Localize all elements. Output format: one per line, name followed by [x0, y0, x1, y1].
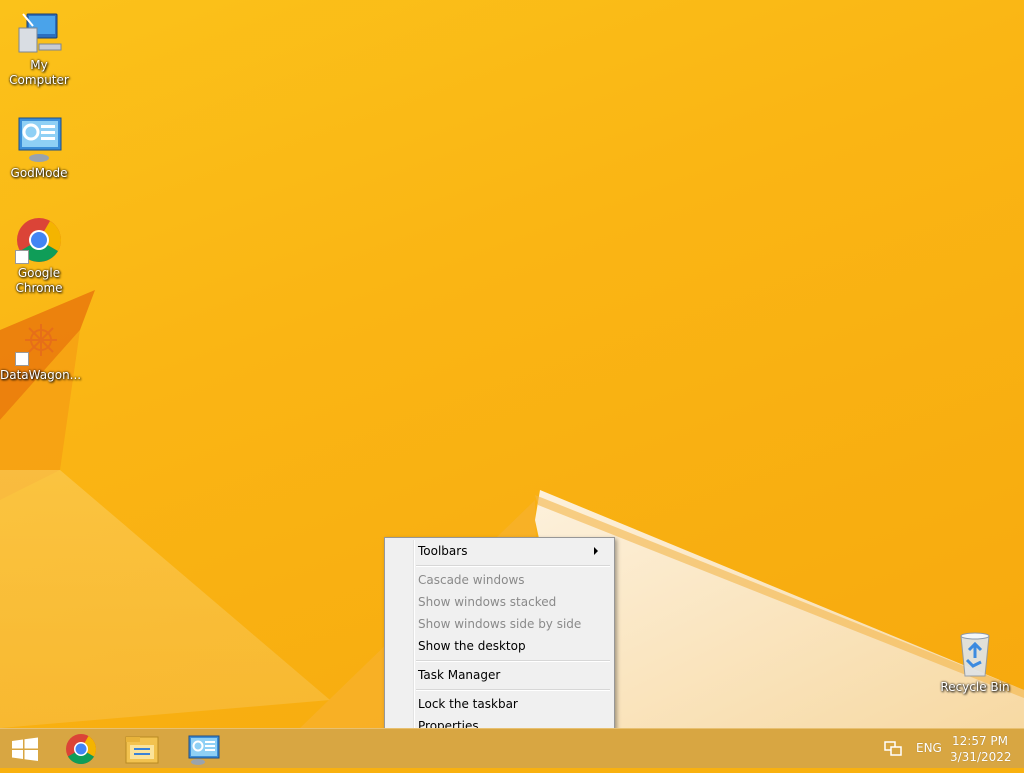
submenu-arrow-icon — [594, 547, 598, 555]
menu-item-label: Show windows side by side — [418, 617, 582, 631]
menu-item-task-manager[interactable]: Task Manager — [418, 665, 500, 685]
file-explorer-icon — [125, 736, 159, 764]
menu-item-show-windows-side-by-side[interactable]: Show windows side by side — [418, 614, 581, 634]
menu-item-toolbars[interactable]: Toolbars — [418, 541, 608, 561]
desktop-icon-label: Recycle Bin — [940, 680, 1010, 694]
menu-item-label: Properties — [418, 719, 479, 728]
start-button[interactable] — [0, 729, 52, 769]
menu-separator — [416, 689, 610, 691]
windows-start-icon — [12, 737, 38, 761]
desktop-icon-label: My Computer — [9, 58, 69, 87]
menu-item-properties[interactable]: Properties — [418, 716, 479, 728]
menu-item-label: Lock the taskbar — [418, 697, 518, 711]
chrome-icon — [66, 734, 97, 765]
datawagon-icon — [15, 318, 63, 366]
shortcut-arrow-icon — [15, 250, 29, 264]
control-panel-icon — [188, 735, 220, 765]
menu-item-lock-the-taskbar[interactable]: Lock the taskbar — [418, 694, 518, 714]
desktop[interactable]: My Computer GodMode Google Chrome DataWa… — [0, 0, 1024, 728]
shortcut-arrow-icon — [15, 352, 29, 366]
menu-item-label: Task Manager — [418, 668, 501, 682]
desktop-icon-label: DataWagon... — [0, 368, 82, 382]
desktop-icon-godmode[interactable]: GodMode — [0, 116, 78, 181]
control-panel-icon — [15, 116, 63, 164]
taskbar-button-control-panel[interactable] — [178, 729, 230, 769]
language-indicator[interactable]: ENG — [916, 741, 942, 755]
desktop-icon-my-computer[interactable]: My Computer — [0, 8, 78, 88]
clock[interactable]: 12:57 PM 3/31/2022 — [950, 733, 1012, 765]
menu-item-label: Show windows stacked — [418, 595, 557, 609]
taskbar-button-file-explorer[interactable] — [116, 729, 168, 769]
desktop-icon-label: GodMode — [10, 166, 68, 180]
menu-gutter — [413, 540, 415, 728]
desktop-icon-datawagon[interactable]: DataWagon... — [0, 318, 82, 383]
taskbar-context-menu: Toolbars Cascade windows Show windows st… — [384, 537, 615, 728]
recycle-bin-icon — [951, 630, 999, 678]
desktop-icon-recycle-bin[interactable]: Recycle Bin — [936, 630, 1014, 695]
taskbar[interactable]: ENG 12:57 PM 3/31/2022 — [0, 728, 1024, 768]
menu-item-show-windows-stacked[interactable]: Show windows stacked — [418, 592, 556, 612]
menu-item-label: Toolbars — [418, 544, 468, 558]
menu-separator — [416, 565, 610, 567]
menu-item-label: Show the desktop — [418, 639, 526, 653]
clock-date: 3/31/2022 — [950, 750, 1012, 764]
desktop-icon-label: Google Chrome — [15, 266, 63, 295]
menu-item-label: Cascade windows — [418, 573, 525, 587]
menu-separator — [416, 660, 610, 662]
desktop-icon-google-chrome[interactable]: Google Chrome — [0, 216, 78, 296]
network-icon[interactable] — [884, 740, 904, 758]
taskbar-button-chrome[interactable] — [55, 729, 107, 769]
chrome-icon — [15, 216, 63, 264]
computer-icon — [15, 8, 63, 56]
menu-item-cascade-windows[interactable]: Cascade windows — [418, 570, 525, 590]
clock-time: 12:57 PM — [952, 734, 1008, 748]
menu-item-show-the-desktop[interactable]: Show the desktop — [418, 636, 526, 656]
